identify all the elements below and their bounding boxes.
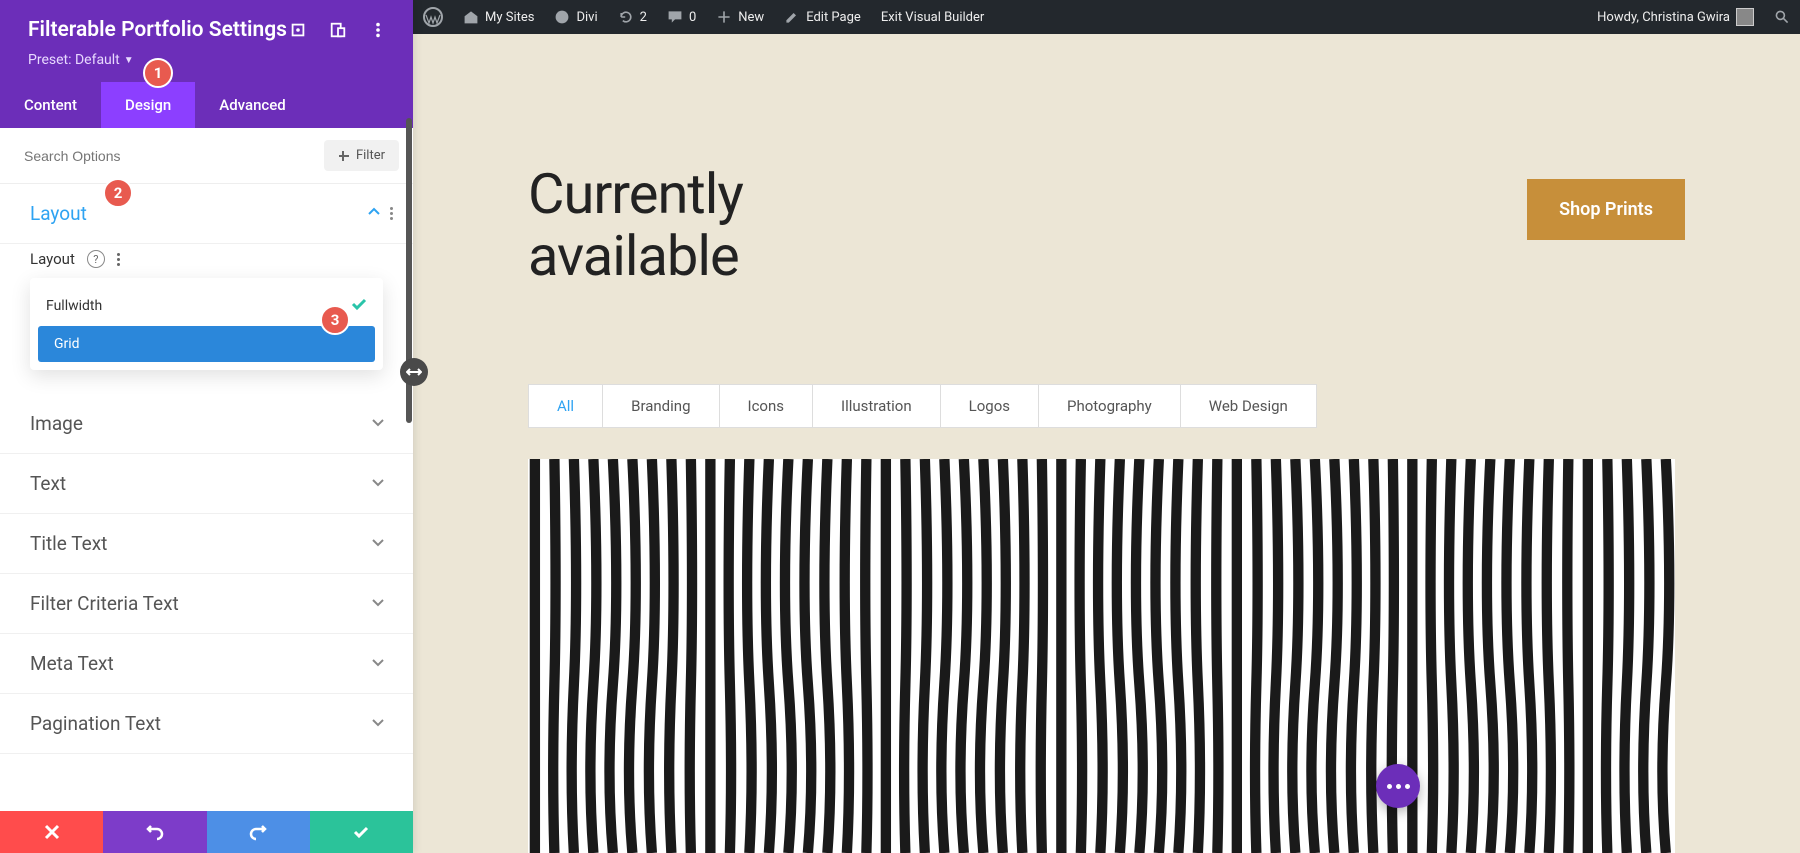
shop-prints-button[interactable]: Shop Prints (1527, 179, 1685, 240)
hero-line1: Currently (528, 161, 743, 227)
search-row: Filter (0, 128, 413, 184)
my-sites-link[interactable]: My Sites (453, 0, 544, 34)
section-title-text[interactable]: Title Text (0, 514, 413, 574)
filter-illustration[interactable]: Illustration (812, 384, 941, 428)
chevron-down-icon (371, 534, 385, 553)
panel-header: Filterable Portfolio Settings Preset: De… (0, 0, 413, 128)
tab-content[interactable]: Content (0, 82, 101, 128)
resize-handle[interactable] (400, 358, 428, 386)
exit-visual-builder[interactable]: Exit Visual Builder (871, 0, 994, 34)
filter-logos[interactable]: Logos (940, 384, 1039, 428)
panel-tabs: Content Design Advanced (0, 82, 413, 128)
chevron-up-icon (367, 204, 381, 223)
section-meta-text[interactable]: Meta Text (0, 634, 413, 694)
section-text[interactable]: Text (0, 454, 413, 514)
cancel-button[interactable] (0, 811, 103, 853)
chevron-down-icon (371, 414, 385, 433)
hero-line2: available (528, 223, 739, 289)
expand-icon[interactable] (289, 21, 307, 39)
section-pagination-text-title: Pagination Text (30, 712, 371, 735)
filter-web-design[interactable]: Web Design (1180, 384, 1317, 428)
redo-button[interactable] (207, 811, 310, 853)
field-options-icon[interactable] (117, 253, 120, 266)
filter-all[interactable]: All (528, 384, 603, 428)
undo-button[interactable] (103, 811, 206, 853)
search-input[interactable] (14, 142, 324, 170)
hero-heading: Currentlyavailable (528, 164, 743, 287)
new-label: New (738, 10, 764, 25)
exit-vb-label: Exit Visual Builder (881, 10, 984, 25)
option-fullwidth-label: Fullwidth (46, 298, 102, 314)
section-text-title: Text (30, 472, 371, 495)
new-link[interactable]: New (706, 0, 774, 34)
option-grid-label: Grid (54, 336, 80, 352)
caret-down-icon: ▼ (124, 55, 134, 66)
panel-actions (0, 811, 413, 853)
filter-branding[interactable]: Branding (602, 384, 719, 428)
section-image[interactable]: Image (0, 394, 413, 454)
section-meta-text-title: Meta Text (30, 652, 371, 675)
layout-body: Layout ? Fullwidth Grid (0, 244, 413, 394)
comments-count: 0 (689, 10, 696, 25)
preset-selector[interactable]: Preset: Default ▼ (0, 48, 413, 82)
sections-scroll: Layout Layout ? Fullwidth Grid Image Tex… (0, 184, 413, 811)
section-options-icon[interactable] (389, 207, 393, 220)
save-button[interactable] (310, 811, 413, 853)
portfolio-filters: All Branding Icons Illustration Logos Ph… (528, 384, 1316, 428)
filter-icons[interactable]: Icons (719, 384, 814, 428)
search-toggle[interactable] (1764, 0, 1800, 34)
filter-btn-label: Filter (356, 148, 385, 163)
section-title-text-title: Title Text (30, 532, 371, 555)
callout-badge-1: 1 (143, 58, 173, 88)
filter-photography[interactable]: Photography (1038, 384, 1181, 428)
check-icon (351, 296, 367, 316)
edit-page-label: Edit Page (806, 10, 861, 25)
divi-label: Divi (576, 10, 597, 25)
section-layout[interactable]: Layout (0, 184, 413, 244)
wp-admin-bar: My Sites Divi 2 0 New Edit Page Exit Vis… (413, 0, 1800, 34)
chevron-down-icon (371, 474, 385, 493)
howdy-label: Howdy, Christina Gwira (1597, 10, 1730, 25)
help-icon[interactable]: ? (87, 250, 105, 268)
filter-button[interactable]: Filter (324, 140, 399, 171)
tab-design[interactable]: Design (101, 82, 195, 128)
settings-panel: Filterable Portfolio Settings Preset: De… (0, 0, 413, 853)
edit-page-link[interactable]: Edit Page (774, 0, 871, 34)
divi-link[interactable]: Divi (544, 0, 607, 34)
updates-count: 2 (640, 10, 647, 25)
callout-badge-2: 2 (103, 178, 133, 208)
kebab-menu-icon[interactable] (369, 21, 387, 39)
section-pagination-text[interactable]: Pagination Text (0, 694, 413, 754)
chevron-down-icon (371, 714, 385, 733)
callout-badge-3: 3 (320, 305, 350, 335)
responsive-icon[interactable] (329, 21, 347, 39)
portfolio-image (528, 459, 1675, 853)
section-filter-criteria-title: Filter Criteria Text (30, 592, 371, 615)
avatar (1736, 8, 1754, 26)
updates-link[interactable]: 2 (608, 0, 657, 34)
comments-link[interactable]: 0 (657, 0, 706, 34)
my-sites-label: My Sites (485, 10, 534, 25)
chevron-down-icon (371, 654, 385, 673)
section-image-title: Image (30, 412, 371, 435)
tab-advanced[interactable]: Advanced (195, 82, 309, 128)
section-layout-title: Layout (30, 202, 367, 225)
module-options-fab[interactable] (1376, 764, 1420, 808)
layout-field-label: Layout (30, 250, 75, 268)
preset-label: Preset: Default (28, 52, 120, 68)
page-preview: Currentlyavailable Shop Prints All Brand… (413, 34, 1800, 853)
chevron-down-icon (371, 594, 385, 613)
panel-title: Filterable Portfolio Settings (28, 18, 289, 42)
section-filter-criteria[interactable]: Filter Criteria Text (0, 574, 413, 634)
howdy-user[interactable]: Howdy, Christina Gwira (1587, 0, 1764, 34)
wp-logo[interactable] (413, 0, 453, 34)
